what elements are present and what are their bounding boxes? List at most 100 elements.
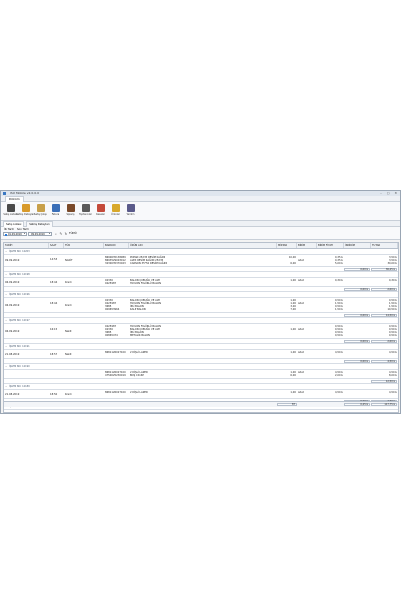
table-row[interactable]: 06.09.2019 16:15 Nakit 0225987 HAYVAN FIGÜRL…	[4, 324, 398, 339]
row-type: NAKİT	[65, 259, 73, 262]
table-row[interactable]: 06.09.2019 18:44 Kredi 02330 BALON ÇUBUĞU VE…	[4, 278, 398, 287]
refresh-icon[interactable]: ↻	[64, 232, 68, 236]
collapse-icon[interactable]: −	[5, 272, 7, 277]
item-barcode: 4750025230019	[105, 374, 126, 377]
app-icon	[3, 192, 6, 195]
item-name: KALP BALON	[130, 308, 146, 311]
item-total: 8,00 ₺	[389, 374, 397, 377]
column-header[interactable]: ÜRÜN ADI	[129, 243, 277, 248]
dropdown-icon[interactable]: ▾	[48, 233, 51, 236]
window-title: ISU Mobile v2.0.0.0	[10, 191, 40, 195]
group-sum-total: 36,25 ₺	[371, 267, 397, 271]
checkbox-icon[interactable]	[5, 233, 7, 236]
collapse-icon[interactable]: −	[5, 384, 7, 389]
ribbon-button-7[interactable]: Ürünler	[108, 202, 123, 220]
list-icon	[6, 204, 15, 212]
total-discount: 0,25 ₺	[344, 403, 370, 406]
row-type: Nakit	[65, 352, 72, 356]
collapse-icon[interactable]: −	[5, 249, 7, 254]
ribbon-button-label: Yardım	[126, 213, 135, 216]
ribbon-toolbar: Satış Listesi Satılış Detayları Satış Çıkı…	[1, 202, 400, 221]
ribbon-button-5[interactable]: Toptancılar	[78, 202, 93, 220]
item-name: CANSON 35*50 RESİM KAĞIDI	[130, 262, 168, 265]
total-amount: 117,75 ₺	[371, 403, 397, 406]
group-sum-total: 12,50 ₺	[371, 379, 397, 383]
ribbon-button-label: Satış Çıkışı	[34, 213, 47, 216]
group-title: İŞLEM NO: 12196	[9, 293, 30, 296]
title-bar: ISU Mobile v2.0.0.0 – ▢ ✕	[1, 191, 400, 196]
column-header[interactable]: TÜR	[64, 243, 104, 248]
column-header[interactable]: TUTAR	[371, 243, 398, 248]
item-unit: Adet	[298, 279, 304, 282]
ribbon-button-label: Toptancılar	[78, 213, 93, 216]
edit-icon[interactable]: ✎	[59, 232, 63, 236]
item-barcode: 3230035370023	[105, 262, 126, 265]
ribbon-button-1[interactable]: Satılış Detayları	[16, 202, 35, 220]
group-title: İŞLEM NO: 12197	[9, 319, 30, 322]
row-date: 21.08.2019	[5, 352, 20, 356]
ribbon-button-3[interactable]: Fatura	[48, 202, 63, 220]
column-header[interactable]: İNDİRİM	[344, 243, 371, 248]
group-sum-discount: 0,00 ₺	[344, 359, 370, 363]
box-icon	[36, 204, 45, 212]
row-date: 06.09.2019	[5, 303, 20, 307]
ribbon-button-8[interactable]: Yardım	[123, 202, 138, 220]
row-time: 18:57	[50, 352, 58, 356]
ribbon-button-0[interactable]: Satış Listesi	[3, 202, 18, 220]
column-header[interactable]: BİRİM	[297, 243, 317, 248]
sales-grid[interactable]: TARİH SAAT TÜR BARKOD ÜRÜN ADI MİKTAR BİRİM BİR…	[3, 242, 399, 413]
column-header[interactable]: BARKOD	[104, 243, 129, 248]
invoice-icon	[51, 204, 60, 212]
window-controls[interactable]: – ▢ ✕	[380, 191, 399, 196]
ribbon-button-label: Kasalar	[96, 213, 105, 216]
group-sum-total: 2,00 ₺	[371, 339, 397, 343]
item-qty: 1,00	[290, 351, 296, 354]
group-sum-discount: 0,00 ₺	[344, 313, 370, 317]
item-price: 4,50 ₺	[335, 351, 343, 354]
start-date-input[interactable]: 01.09.2019 ▾	[3, 232, 27, 236]
grid-rows: − İŞLEM NO: 12203 09.09.2019 14:53 NAKİT 8690…	[4, 249, 398, 410]
item-barcode: 00865474	[105, 334, 118, 337]
table-row[interactable]: 21.08.2019 18:50 Kredi 8681126027100 2 DİŞLİ…	[4, 390, 398, 399]
item-total: 4,50 ₺	[389, 391, 397, 394]
table-row[interactable]: 8681126027100 2 DİŞLİ LAZER 1,00 Adet 4,50 ₺…	[4, 370, 398, 379]
column-header[interactable]: MİKTAR	[277, 243, 297, 248]
register-icon	[96, 204, 105, 212]
item-qty: 6,00	[290, 374, 296, 377]
collapse-icon[interactable]: −	[5, 364, 7, 369]
collapse-icon[interactable]: −	[5, 344, 7, 349]
item-barcode: 0225987	[105, 282, 117, 285]
row-time: 18:44	[50, 302, 58, 305]
column-header[interactable]: TARİH	[4, 243, 49, 248]
row-date: 06.09.2019	[5, 329, 20, 333]
item-name: METALİK BALON	[130, 334, 150, 337]
end-date-input[interactable]: 09.09.2019 ▾	[28, 232, 52, 236]
total-qty: 87	[277, 403, 297, 406]
ribbon-button-4[interactable]: Sipariş	[63, 202, 78, 220]
dropdown-icon[interactable]: ▾	[23, 233, 26, 236]
collapse-icon[interactable]: −	[5, 292, 7, 297]
table-row[interactable]: 09.09.2019 14:53 NAKİT 8690635138989 POPAN 2…	[4, 255, 398, 267]
search-icon[interactable]: ⌕	[54, 232, 58, 236]
table-row[interactable]: 21.08.2019 18:57 Nakit 8681126027100 2 DİŞLİ…	[4, 350, 398, 359]
ribbon-button-2[interactable]: Satış Çıkışı	[33, 202, 48, 220]
column-header[interactable]: SAAT	[49, 243, 64, 248]
item-price: 5,00 ₺	[335, 262, 343, 265]
row-date: 09.09.2019	[5, 259, 20, 262]
group-title: İŞLEM NO: 12191	[9, 345, 30, 348]
all-button[interactable]: TÜMÜ	[69, 232, 77, 236]
group-sum-total: 14,50 ₺	[371, 313, 397, 317]
collapse-icon[interactable]: −	[5, 318, 7, 323]
item-unit: Adet	[298, 302, 304, 305]
item-barcode: 009653964	[105, 308, 120, 311]
row-type: Kredi	[65, 392, 72, 396]
item-qty: 7,00	[290, 308, 296, 311]
item-price: 4,50 ₺	[335, 391, 343, 394]
row-date: 06.09.2019	[5, 280, 20, 284]
table-row[interactable]: 06.09.2019 18:44 Kredi 02330 BALON ÇUBUĞU VE…	[4, 298, 398, 313]
item-total: 0,50 ₺	[389, 334, 397, 337]
ribbon-button-6[interactable]: Kasalar	[93, 202, 108, 220]
row-time: 14:53	[50, 257, 58, 261]
column-header[interactable]: BİRİM FİYATI	[317, 243, 344, 248]
start-date-label: İlk Tarih	[4, 228, 14, 231]
